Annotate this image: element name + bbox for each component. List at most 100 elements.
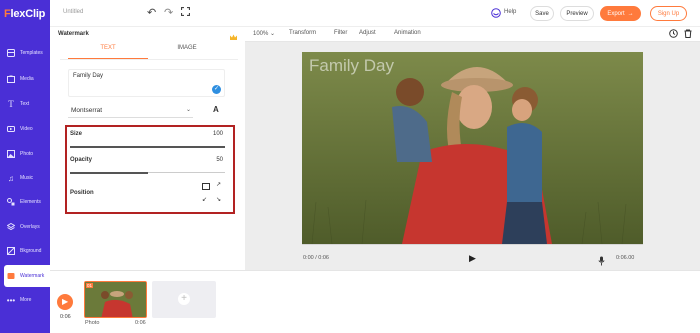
opacity-label: Opacity — [70, 157, 93, 163]
opacity-slider-fill — [70, 171, 148, 174]
play-icon[interactable]: ▶ — [469, 253, 476, 264]
text-icon: T — [8, 99, 14, 109]
sidebar-item-media[interactable]: Media — [0, 68, 50, 90]
font-select-value: Montserrat — [71, 107, 103, 114]
export-button[interactable]: Export → — [600, 6, 641, 21]
clip-number: 01 — [86, 283, 94, 288]
clip-duration: 0:06 — [135, 320, 146, 326]
play-icon: ▶ — [62, 297, 69, 306]
watermark-text-overlay[interactable]: Family Day — [309, 56, 394, 76]
templates-icon — [7, 49, 15, 57]
sidebar-item-text[interactable]: T Text — [0, 93, 50, 115]
filter-button[interactable]: Filter — [334, 30, 347, 36]
sidebar-item-label: Templates — [20, 50, 43, 56]
sidebar-item-video[interactable]: Video — [0, 118, 50, 140]
microphone-icon[interactable] — [598, 253, 605, 271]
undo-icon[interactable]: ↶ — [147, 6, 156, 19]
flexclip-logo[interactable]: FlexClip — [4, 8, 45, 20]
help-link[interactable]: Help — [504, 9, 516, 15]
playback-progress-track[interactable] — [302, 244, 643, 245]
sidebar-item-label: Text — [20, 101, 30, 107]
sidebar-item-label: Elements — [20, 199, 41, 205]
sidebar-item-label: Video — [20, 126, 33, 132]
redo-icon[interactable]: ↷ — [164, 6, 173, 19]
watermark-text-value: Family Day — [73, 73, 104, 79]
opacity-value: 50 — [216, 157, 223, 163]
clip-label: Photo — [85, 320, 100, 326]
video-icon — [7, 125, 15, 133]
background-icon — [7, 247, 15, 255]
music-icon: ♫ — [8, 173, 14, 183]
plus-icon: + — [178, 293, 190, 305]
save-button[interactable]: Save — [530, 6, 554, 21]
chevron-down-icon: ⌄ — [185, 107, 191, 113]
playback-end-time: 0:06.00 — [616, 255, 635, 261]
sidebar-item-label: Overlays — [20, 224, 40, 230]
font-style-icon[interactable]: A — [213, 105, 219, 114]
panel-title: Watermark — [58, 31, 89, 37]
photo-icon — [7, 150, 15, 158]
zoom-select[interactable]: 100% ⌄ — [253, 30, 275, 37]
sidebar-item-label: Media — [20, 76, 34, 82]
opacity-slider-track[interactable] — [70, 171, 225, 174]
canvas-photo[interactable]: Family Day — [302, 52, 643, 244]
confirm-check-icon[interactable]: ✓ — [212, 85, 221, 94]
position-label: Position — [70, 190, 94, 196]
timeline-clip[interactable]: 01 — [84, 281, 147, 318]
sidebar-item-photo[interactable]: Photo — [0, 143, 50, 165]
watermark-settings-box: Size 100 Opacity 50 Position ↗ ↙ ↘ — [65, 125, 235, 214]
watermark-panel: Watermark TEXT IMAGE Family Day ✓ Montse… — [50, 27, 245, 270]
sidebar-item-label: Bkground — [20, 248, 42, 254]
signup-button[interactable]: Sign Up — [650, 6, 687, 21]
fullscreen-icon[interactable] — [180, 6, 191, 18]
size-slider-fill — [70, 145, 225, 148]
watermark-icon — [7, 272, 15, 280]
position-top-right-icon[interactable]: ↗ — [216, 181, 221, 188]
position-bottom-left-icon[interactable]: ↙ — [202, 196, 207, 203]
position-bottom-right-icon[interactable]: ↘ — [216, 196, 221, 203]
sidebar-item-bkground[interactable]: Bkground — [0, 240, 50, 262]
sidebar-item-music[interactable]: ♫ Music — [0, 167, 50, 189]
media-icon — [7, 75, 15, 83]
sidebar-item-watermark[interactable]: Watermark — [4, 265, 50, 287]
timeline-play-button[interactable]: ▶ — [57, 294, 73, 310]
trash-icon[interactable] — [684, 29, 692, 40]
left-sidebar: FlexClip Templates Media T Text Video Ph… — [0, 0, 50, 333]
position-top-left-selected[interactable] — [202, 183, 210, 190]
timeline: ▶ 0:06 01 Photo 0:06 + — [50, 270, 700, 333]
overlays-icon — [7, 223, 15, 231]
size-slider-track[interactable] — [70, 145, 225, 148]
playback-time: 0:00 / 0:06 — [303, 255, 329, 261]
zoom-value: 100% — [253, 31, 269, 37]
sidebar-item-label: More — [20, 297, 32, 303]
export-label: Export — [607, 10, 625, 17]
sidebar-item-label: Music — [20, 175, 34, 181]
sidebar-item-more[interactable]: ••• More — [0, 289, 50, 311]
clock-icon[interactable] — [669, 29, 678, 40]
adjust-button[interactable]: Adjust — [359, 30, 376, 36]
more-icon: ••• — [6, 295, 16, 305]
position-grid: ↗ ↙ ↘ — [202, 181, 222, 205]
sidebar-item-templates[interactable]: Templates — [0, 42, 50, 64]
watermark-text-input[interactable]: Family Day ✓ — [68, 69, 225, 97]
transform-button[interactable]: Transform — [289, 30, 316, 36]
font-select[interactable]: Montserrat ⌄ — [68, 104, 193, 118]
sidebar-item-elements[interactable]: Elements — [0, 191, 50, 213]
document-title[interactable]: Untitled — [63, 9, 83, 15]
top-bar: Untitled ↶ ↷ Help Save Preview Export → S… — [50, 0, 700, 27]
clip-thumbnail — [85, 282, 146, 317]
animation-button[interactable]: Animation — [394, 30, 421, 36]
sidebar-item-overlays[interactable]: Overlays — [0, 216, 50, 238]
size-label: Size — [70, 131, 83, 137]
elements-icon — [7, 198, 15, 206]
tab-image[interactable]: IMAGE — [147, 45, 227, 51]
add-clip-button[interactable]: + — [152, 281, 216, 318]
arrow-right-icon: → — [627, 10, 634, 17]
stage-toolbar: 100% ⌄ Transform Filter Adjust Animation — [245, 27, 700, 42]
crown-icon[interactable] — [229, 29, 238, 40]
help-icon[interactable] — [491, 8, 501, 20]
family-photo-image — [302, 52, 643, 244]
tab-text[interactable]: TEXT — [68, 45, 148, 51]
timeline-time: 0:06 — [60, 314, 71, 320]
preview-button[interactable]: Preview — [560, 6, 594, 21]
